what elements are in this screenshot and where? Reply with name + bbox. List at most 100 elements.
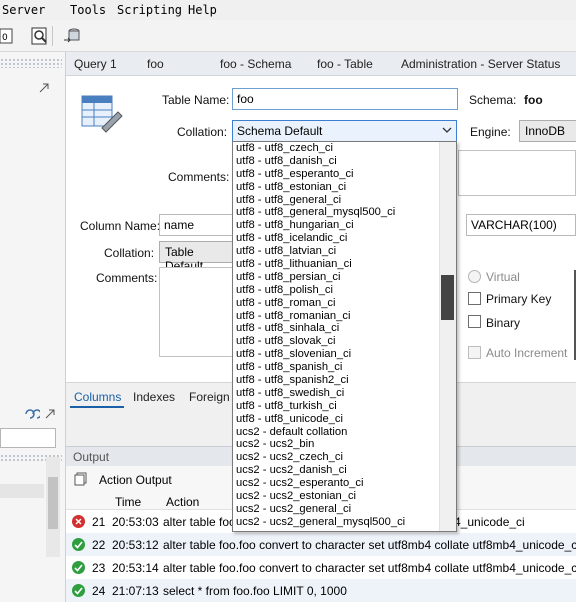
collation-select-value: Schema Default <box>237 124 323 138</box>
collation-option[interactable]: utf8 - utf8_persian_ci <box>233 271 456 284</box>
engine-select[interactable]: InnoDB <box>519 120 576 142</box>
schema-value: foo <box>524 93 543 107</box>
binary-label: Binary <box>486 316 521 330</box>
comments-label: Comments: <box>168 170 230 184</box>
new-query-icon[interactable]: 0 <box>0 26 14 46</box>
table-name-input[interactable]: foo <box>232 88 458 110</box>
table-row[interactable]: 22 20:53:12 alter table foo.foo convert … <box>66 533 576 556</box>
collation-option[interactable]: utf8 - utf8_spanish_ci <box>233 361 456 374</box>
collation-option[interactable]: ucs2 - ucs2_general_mysql500_ci <box>233 516 456 529</box>
sidebar-scrollbar[interactable] <box>46 457 60 557</box>
sidebar-search-input[interactable] <box>0 428 56 448</box>
toolbar-separator <box>52 26 53 46</box>
row-time: 20:53:14 <box>112 561 159 575</box>
collation-option[interactable]: utf8 - utf8_latvian_ci <box>233 245 456 258</box>
schema-sync-icon[interactable] <box>62 26 82 46</box>
menu-tools[interactable]: Tools <box>70 3 106 17</box>
primary-key-checkbox[interactable] <box>468 292 481 305</box>
collation-option[interactable]: utf8 - utf8_general_mysql500_ci <box>233 206 456 219</box>
collation-option[interactable]: utf8 - utf8_icelandic_ci <box>233 232 456 245</box>
tab-query-1[interactable]: Query 1 <box>74 57 117 71</box>
row-action: alter table foo.foo convert to character… <box>163 538 576 552</box>
inspector-icon[interactable] <box>30 26 50 46</box>
collation-dropdown-list[interactable]: utf8 - utf8_czech_ci utf8 - utf8_danish_c… <box>232 141 457 532</box>
row-action: alter table foo.foo convert to character… <box>163 561 576 575</box>
row-number: 23 <box>92 561 106 575</box>
subtab-columns[interactable]: Columns <box>74 390 121 404</box>
engine-label: Engine: <box>470 125 511 139</box>
collation-option[interactable]: utf8 - utf8_roman_ci <box>233 297 456 310</box>
table-name-label: Table Name: <box>162 93 230 107</box>
column-name-input[interactable]: name <box>159 214 239 236</box>
collation-option[interactable]: ucs2 - ucs2_general_ci <box>233 503 456 516</box>
collation-option[interactable]: ucs2 - ucs2_czech_ci <box>233 451 456 464</box>
collation-option[interactable]: utf8 - utf8_swedish_ci <box>233 387 456 400</box>
collation-options: utf8 - utf8_czech_ci utf8 - utf8_danish_c… <box>233 142 456 529</box>
collation-option[interactable]: ucs2 - ucs2_estonian_ci <box>233 490 456 503</box>
row-action-tail: 4_unicode_ci <box>454 515 525 529</box>
collation-option[interactable]: utf8 - utf8_romanian_ci <box>233 310 456 323</box>
collation-select[interactable]: Schema Default <box>232 120 457 142</box>
collation-option[interactable]: utf8 - utf8_czech_ci <box>233 142 456 155</box>
success-icon <box>72 538 85 551</box>
collation-option[interactable]: utf8 - utf8_danish_ci <box>233 155 456 168</box>
time-column-header[interactable]: Time <box>115 495 141 509</box>
output-title: Output <box>73 450 110 464</box>
action-column-header[interactable]: Action <box>166 495 199 509</box>
collation-option[interactable]: utf8 - utf8_sinhala_ci <box>233 322 456 335</box>
collation-option[interactable]: utf8 - utf8_esperanto_ci <box>233 168 456 181</box>
binary-checkbox[interactable] <box>468 315 481 328</box>
collation-option[interactable]: utf8 - utf8_general_ci <box>233 194 456 207</box>
row-number: 21 <box>92 515 106 529</box>
virtual-radio[interactable] <box>468 270 481 283</box>
collation-option[interactable]: ucs2 - ucs2_esperanto_ci <box>233 477 456 490</box>
collation-option[interactable]: utf8 - utf8_unicode_ci <box>233 413 456 426</box>
column-comments-input[interactable] <box>159 267 239 357</box>
menu-server[interactable]: Server <box>2 3 45 17</box>
sidebar-tab[interactable] <box>0 484 44 498</box>
collation-option[interactable]: utf8 - utf8_spanish2_ci <box>233 374 456 387</box>
dropdown-scrollbar-thumb[interactable] <box>441 275 454 320</box>
collation-option[interactable]: utf8 - utf8_polish_ci <box>233 284 456 297</box>
success-icon <box>72 561 85 574</box>
collation-option[interactable]: utf8 - utf8_lithuanian_ci <box>233 258 456 271</box>
collation-option[interactable]: ucs2 - ucs2_danish_ci <box>233 464 456 477</box>
refresh-icon[interactable] <box>24 408 42 420</box>
menu-help[interactable]: Help <box>188 3 217 17</box>
table-row[interactable]: 24 21:07:13 select * from foo.foo LIMIT … <box>66 579 576 602</box>
menu-scripting[interactable]: Scripting <box>117 3 182 17</box>
table-row[interactable]: 23 20:53:14 alter table foo.foo convert … <box>66 556 576 579</box>
row-number: 24 <box>92 584 106 598</box>
virtual-label: Virtual <box>486 270 520 284</box>
tab-admin-server-status[interactable]: Administration - Server Status <box>401 57 560 71</box>
collation-option[interactable]: ucs2 - default collation <box>233 426 456 439</box>
dropdown-scrollbar[interactable] <box>439 142 456 531</box>
tab-foo-table[interactable]: foo - Table <box>317 57 373 71</box>
auto-increment-checkbox[interactable] <box>468 346 481 359</box>
collation-option[interactable]: ucs2 - ucs2_bin <box>233 438 456 451</box>
collation-option[interactable]: utf8 - utf8_hungarian_ci <box>233 219 456 232</box>
schema-label: Schema: <box>469 93 517 107</box>
column-name-label: Column Name: <box>80 219 161 233</box>
collation-option[interactable]: utf8 - utf8_slovenian_ci <box>233 348 456 361</box>
column-comments-label: Comments: <box>96 271 158 285</box>
collation-option[interactable]: utf8 - utf8_slovak_ci <box>233 335 456 348</box>
collation-option[interactable]: utf8 - utf8_turkish_ci <box>233 400 456 413</box>
tab-foo[interactable]: foo <box>147 57 164 71</box>
subtab-indexes[interactable]: Indexes <box>133 390 175 404</box>
table-editor-icon <box>80 92 126 136</box>
datatype-input[interactable]: VARCHAR(100) <box>466 214 576 236</box>
auto-increment-label: Auto Increment <box>486 346 568 360</box>
collation-option[interactable]: utf8 - utf8_estonian_ci <box>233 181 456 194</box>
output-type-select[interactable]: Action Output <box>99 473 172 487</box>
column-collation-select[interactable]: Table Default <box>159 241 239 273</box>
editor-tabs: Query 1 foo foo - Schema foo - Table Adm… <box>66 52 576 76</box>
svg-text:0: 0 <box>2 33 8 43</box>
table-comments-input[interactable] <box>458 150 576 196</box>
expand-icon[interactable] <box>38 82 50 94</box>
tab-foo-schema[interactable]: foo - Schema <box>220 57 291 71</box>
row-action: select * from foo.foo LIMIT 0, 1000 <box>163 584 347 598</box>
expand-icon[interactable] <box>44 408 56 420</box>
collation-label: Collation: <box>177 125 228 139</box>
row-time: 20:53:03 <box>112 515 159 529</box>
